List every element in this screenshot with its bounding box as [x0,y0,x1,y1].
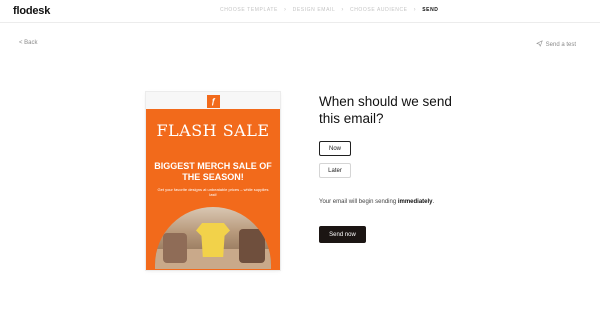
photo-rack-right [239,229,265,263]
top-bar: flodesk CHOOSE TEMPLATE › DESIGN EMAIL ›… [0,0,600,23]
send-timing-note: Your email will begin sending immediatel… [319,199,434,205]
send-test-link[interactable]: Send a test [536,40,576,49]
step-send: SEND [422,7,439,13]
send-later-option[interactable]: Later [319,163,351,178]
step-indicator: CHOOSE TEMPLATE › DESIGN EMAIL › CHOOSE … [220,6,439,14]
send-test-label: Send a test [545,41,576,48]
email-header: ƒ [146,92,280,109]
step-separator-icon: › [413,6,417,13]
email-headline: BIGGEST MERCH SALE OF THE SEASON! [154,161,272,182]
step-design-email[interactable]: DESIGN EMAIL [293,7,336,13]
step-choose-audience[interactable]: CHOOSE AUDIENCE [350,7,408,13]
email-subtext: Get your favorite designs at unbeatable … [157,187,269,197]
send-now-button[interactable]: Send now [319,226,366,243]
note-suffix: . [432,199,435,205]
flodesk-f-logo-icon: ƒ [207,95,220,108]
schedule-question: When should we send this email? [319,94,452,126]
step-separator-icon: › [284,6,287,13]
send-now-option[interactable]: Now [319,141,351,156]
note-emphasis: immediately [397,199,433,205]
app-logo[interactable]: flodesk [13,5,50,17]
back-link[interactable]: < Back [19,40,38,46]
email-title: FLASH SALE [156,121,270,140]
paper-plane-icon [536,40,543,49]
step-separator-icon: › [341,6,344,13]
note-prefix: Your email will begin sending [319,199,398,205]
photo-rack-left [163,233,187,263]
step-choose-template[interactable]: CHOOSE TEMPLATE [220,7,278,13]
